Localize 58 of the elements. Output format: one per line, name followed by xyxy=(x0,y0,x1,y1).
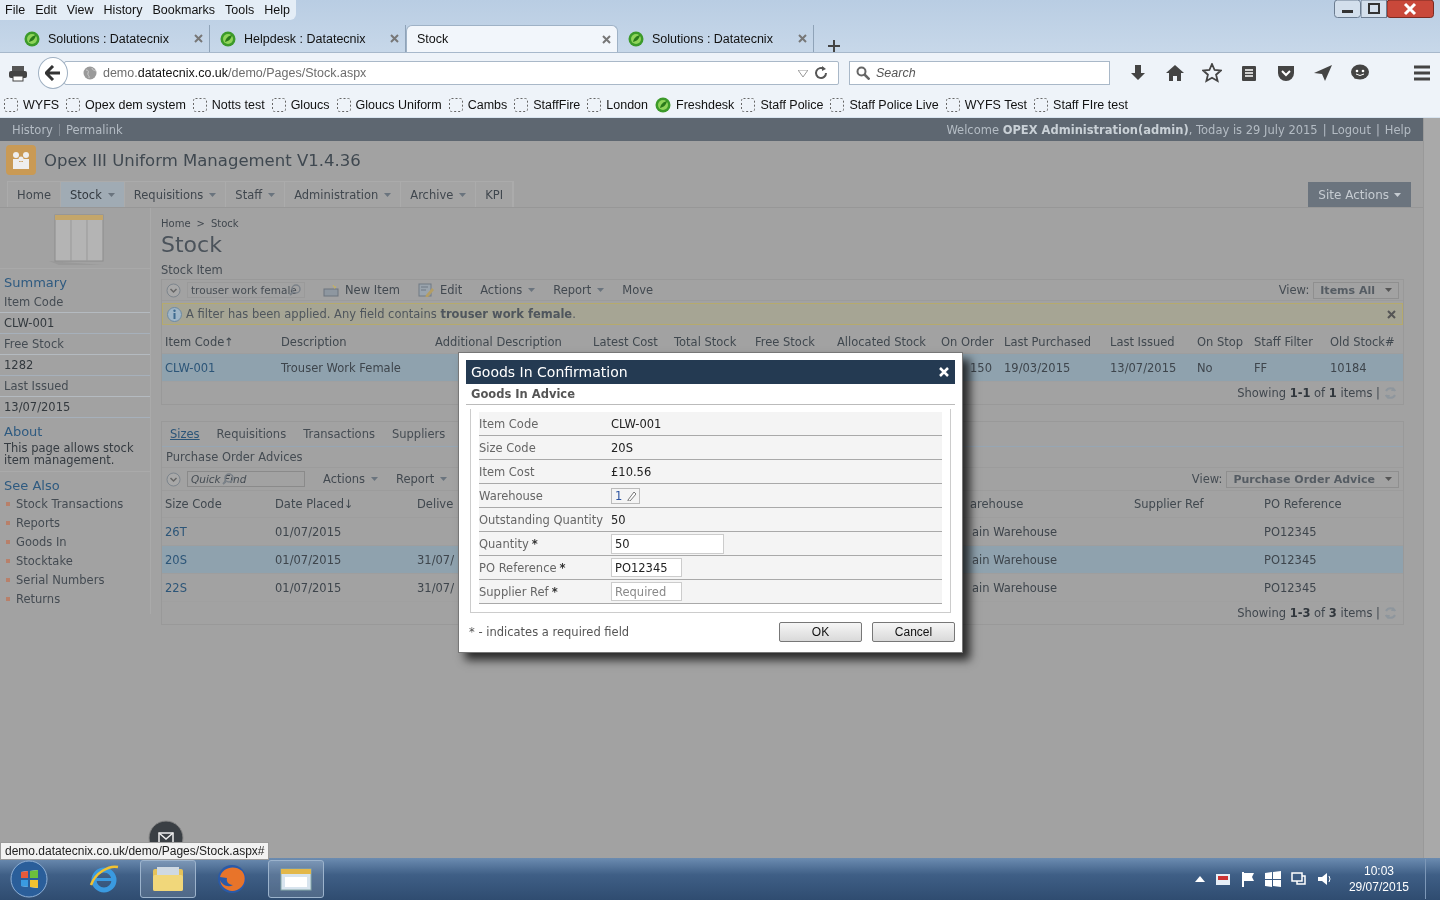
summary-value: 1282 xyxy=(0,355,150,376)
table-cell: PO12345 xyxy=(1264,524,1317,539)
section-heading: About xyxy=(3,423,44,441)
table-cell: FF xyxy=(1254,360,1268,375)
grid-caption: Stock Item xyxy=(161,262,224,279)
field-label: Outstanding Quantity xyxy=(479,512,604,527)
required-marker: * xyxy=(551,584,558,599)
separator-text: | xyxy=(1375,122,1380,137)
table-cell: 01/07/2015 xyxy=(275,552,342,567)
table-cell: 01/07/2015 xyxy=(275,524,342,539)
filter-message: A filter has been applied. Any field contains trouser work female. xyxy=(186,307,577,321)
section-heading: See Also xyxy=(3,477,61,496)
field-value: 50 xyxy=(611,512,626,527)
field-label: PO Reference xyxy=(479,560,557,575)
table-cell: No xyxy=(1197,360,1213,375)
table-cell: 10184 xyxy=(1330,360,1367,375)
table-cell: 31/07/ xyxy=(417,580,454,595)
table-cell: 150 xyxy=(970,360,992,375)
section-heading: Goods In Advice xyxy=(466,384,955,405)
view-label: View: xyxy=(1191,472,1223,486)
table-cell: PO12345 xyxy=(1264,552,1317,567)
table-cell: ain Warehouse xyxy=(972,552,1058,567)
field-label: Supplier Ref xyxy=(479,584,549,599)
breadcrumb-separator: > xyxy=(196,217,205,229)
required-note: * - indicates a required field xyxy=(469,625,631,639)
separator-text: | xyxy=(1322,122,1327,137)
welcome-text: Welcome OPEX Administration(admin), Today is 29 July 2015 xyxy=(946,122,1318,137)
app-title: Opex III Uniform Management V1.4.36 xyxy=(44,150,361,170)
table-cell: PO12345 xyxy=(1264,580,1317,595)
breadcrumb-current: Stock xyxy=(210,217,239,229)
paging-text: Showing 1-1 of 1 items | xyxy=(1237,386,1380,400)
table-cell: 01/07/2015 xyxy=(275,580,342,595)
summary-label: Item Code xyxy=(0,292,150,313)
page-title: Stock xyxy=(161,231,223,259)
field-label: Item Code xyxy=(479,416,539,431)
field-label: Warehouse xyxy=(479,488,543,503)
view-label: View: xyxy=(1278,283,1310,297)
section-heading: Summary xyxy=(3,274,68,292)
table-cell: ain Warehouse xyxy=(972,524,1058,539)
required-marker: * xyxy=(559,560,566,575)
table-cell: Trouser Work Female xyxy=(281,360,401,375)
table-cell: 13/07/2015 xyxy=(1110,360,1177,375)
table-cell: 31/07/ xyxy=(417,552,454,567)
table-cell: ain Warehouse xyxy=(972,580,1058,595)
field-label: Quantity xyxy=(479,536,529,551)
summary-value: 13/07/2015 xyxy=(0,397,150,418)
required-marker: * xyxy=(531,536,538,551)
status-url-tooltip: demo.datatecnix.co.uk/demo/Pages/Stock.aspx# xyxy=(0,842,270,860)
table-cell: 19/03/2015 xyxy=(1004,360,1071,375)
summary-value: CLW-001 xyxy=(0,313,150,334)
clock-date: 29/07/2015 xyxy=(1348,879,1409,895)
dialog-title: Goods In Confirmation xyxy=(471,364,628,380)
clock-time: 10:03 xyxy=(1363,863,1394,879)
paging-text: Showing 1-3 of 3 items | xyxy=(1237,606,1380,620)
field-value: CLW-001 xyxy=(611,416,662,431)
summary-label: Last Issued xyxy=(0,376,150,397)
summary-label: Free Stock xyxy=(0,334,150,355)
about-text: This page allows stock item management. xyxy=(0,441,150,473)
